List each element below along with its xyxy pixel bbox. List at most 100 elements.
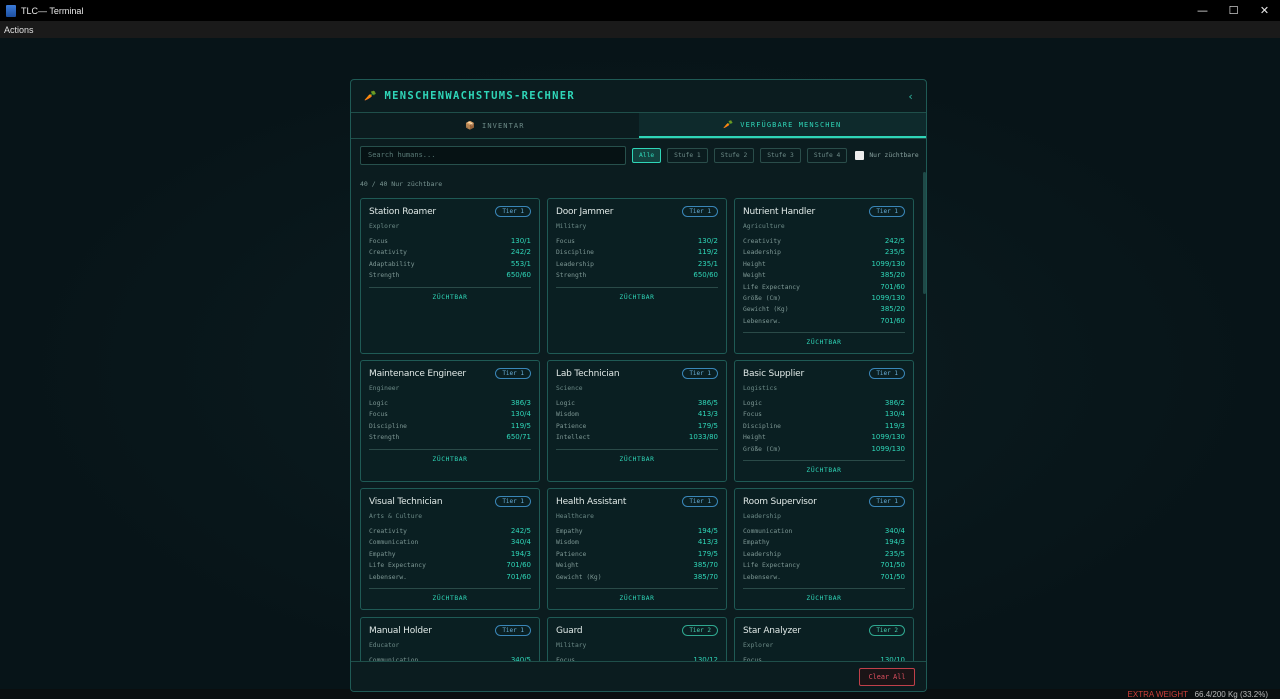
collapse-chevron-icon[interactable]: ‹: [907, 90, 914, 103]
stat-row: Height 1099/130: [743, 432, 905, 443]
stat-label: Größe (Cm): [743, 295, 781, 303]
stat-label: Focus: [369, 411, 388, 419]
carrot-icon: 🥕: [723, 120, 735, 129]
stat-value: 701/60: [880, 282, 905, 291]
stat-label: Gewicht (Kg): [556, 573, 602, 581]
stat-value: 119/3: [884, 421, 905, 430]
stat-label: Lebenserw.: [743, 317, 781, 325]
clear-all-button[interactable]: Clear All: [859, 668, 915, 686]
stat-label: Life Expectancy: [743, 562, 800, 570]
stat-row: Focus 130/4: [743, 409, 905, 420]
stat-value: 119/2: [697, 248, 718, 257]
human-card[interactable]: Visual Technician Tier 1 Arts & Culture Cr…: [360, 488, 540, 610]
breedable-label[interactable]: ZÜCHTBAR: [556, 589, 718, 609]
breedable-label[interactable]: ZÜCHTBAR: [743, 461, 905, 481]
stat-row: Weight 385/70: [556, 560, 718, 571]
stat-value: 179/5: [697, 549, 718, 558]
human-card[interactable]: Nutrient Handler Tier 1 Agriculture Creati…: [734, 198, 914, 354]
stat-value: 242/5: [510, 527, 531, 535]
stat-label: Empathy: [556, 528, 583, 535]
tier-badge: Tier 1: [495, 368, 531, 379]
stat-label: Weight: [743, 272, 766, 280]
stat-label: Größe (Cm): [743, 445, 781, 453]
stat-label: Communication: [743, 528, 793, 535]
human-card[interactable]: Station Roamer Tier 1 Explorer Focus 130/1…: [360, 198, 540, 354]
modal-title: MENSCHENWACHSTUMS-RECHNER: [384, 90, 575, 102]
stat-label: Logic: [743, 400, 762, 407]
close-button[interactable]: ✕: [1249, 0, 1280, 21]
stat-row: Größe (Cm) 1099/130: [743, 444, 905, 455]
stat-row: Lebenserw. 701/50: [743, 572, 905, 583]
stat-row: Height 1099/130: [743, 259, 905, 270]
human-card[interactable]: Guard Tier 2 Military Focus 130/12: [547, 617, 727, 662]
checkbox-label: Nur züchtbare: [869, 151, 919, 159]
stat-value: 179/5: [697, 421, 718, 430]
stat-row: Communication 340/4: [743, 526, 905, 537]
breedable-label[interactable]: ZÜCHTBAR: [743, 333, 905, 353]
stat-row: Gewicht (Kg) 385/20: [743, 304, 905, 315]
stat-label: Creativity: [743, 238, 781, 245]
tab-available-humans[interactable]: 🥕 VERFÜGBARE MENSCHEN: [638, 113, 926, 138]
stat-label: Life Expectancy: [743, 283, 800, 291]
card-category: Explorer: [369, 223, 400, 230]
stat-label: Communication: [369, 539, 419, 547]
breedable-label[interactable]: ZÜCHTBAR: [369, 450, 531, 470]
stat-label: Weight: [556, 562, 579, 570]
filter-tier3-button[interactable]: Stufe 3: [760, 147, 801, 163]
stat-row: Empathy 194/3: [743, 537, 905, 548]
stat-value: 130/2: [697, 237, 718, 245]
human-card[interactable]: Maintenance Engineer Tier 1 Engineer Logic…: [360, 360, 540, 482]
stat-value: 340/4: [884, 527, 905, 535]
stat-row: Creativity 242/5: [369, 526, 531, 537]
tab-inventory[interactable]: 📦 INVENTAR: [351, 113, 639, 138]
stat-row: Logic 386/5: [556, 398, 718, 409]
stat-value: 1099/130: [871, 294, 905, 303]
stat-label: Wisdom: [556, 539, 579, 547]
stat-label: Gewicht (Kg): [743, 306, 789, 314]
filter-all-button[interactable]: Alle: [632, 147, 662, 163]
maximize-button[interactable]: ☐: [1218, 0, 1249, 21]
stat-row: Lebenserw. 701/60: [743, 316, 905, 327]
checkbox-box[interactable]: [855, 150, 865, 160]
tier-badge: Tier 1: [495, 206, 531, 217]
stat-label: Empathy: [369, 550, 396, 558]
breedable-label[interactable]: ZÜCHTBAR: [556, 450, 718, 470]
card-category: Logistics: [743, 385, 778, 392]
breedable-label[interactable]: ZÜCHTBAR: [556, 288, 718, 308]
stat-value: 386/5: [697, 399, 718, 407]
stat-label: Lebenserw.: [743, 573, 781, 581]
breedable-label[interactable]: ZÜCHTBAR: [369, 288, 531, 308]
breedable-label[interactable]: ZÜCHTBAR: [743, 589, 905, 609]
stat-label: Logic: [556, 400, 575, 407]
minimize-button[interactable]: —: [1187, 0, 1218, 21]
stat-row: Logic 386/2: [743, 398, 905, 409]
human-card[interactable]: Star Analyzer Tier 2 Explorer Focus 130/10: [734, 617, 914, 662]
card-category: Engineer: [369, 385, 400, 392]
human-card[interactable]: Health Assistant Tier 1 Healthcare Empathy…: [547, 488, 727, 610]
stat-row: Discipline 119/5: [369, 421, 531, 432]
scrollbar[interactable]: [923, 172, 926, 294]
stat-label: Height: [743, 434, 766, 442]
stat-label: Height: [743, 260, 766, 268]
modal-header: 🥕 MENSCHENWACHSTUMS-RECHNER ‹: [351, 80, 926, 113]
stat-value: 242/5: [884, 237, 905, 245]
stat-value: 701/50: [880, 561, 905, 570]
human-card[interactable]: Basic Supplier Tier 1 Logistics Logic 386/…: [734, 360, 914, 482]
search-input[interactable]: [360, 145, 626, 165]
menu-actions[interactable]: Actions: [4, 25, 34, 35]
stat-row: Focus 130/1: [369, 236, 531, 247]
human-card[interactable]: Manual Holder Tier 1 Educator Communicatio…: [360, 617, 540, 662]
human-card[interactable]: Door Jammer Tier 1 Military Focus 130/2 Di…: [547, 198, 727, 354]
human-card[interactable]: Room Supervisor Tier 1 Leadership Communic…: [734, 488, 914, 610]
human-card[interactable]: Lab Technician Tier 1 Science Logic 386/5 …: [547, 360, 727, 482]
filter-tier4-button[interactable]: Stufe 4: [806, 147, 848, 163]
breedable-label[interactable]: ZÜCHTBAR: [369, 589, 531, 609]
stat-row: Focus 130/4: [369, 409, 531, 420]
filter-tier2-button[interactable]: Stufe 2: [713, 147, 755, 163]
stat-value: 235/1: [697, 259, 718, 268]
breedable-only-checkbox[interactable]: Nur züchtbare: [855, 150, 919, 160]
filter-tier1-button[interactable]: Stufe 1: [667, 147, 708, 163]
stat-value: 385/70: [693, 561, 718, 570]
stat-label: Creativity: [369, 249, 407, 257]
app-icon: [6, 4, 16, 17]
